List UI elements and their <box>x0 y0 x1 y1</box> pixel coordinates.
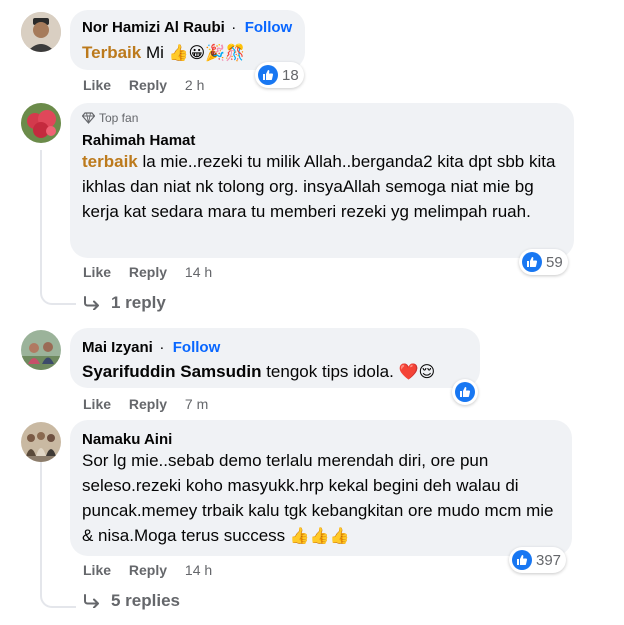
reply-button[interactable]: Reply <box>129 77 167 93</box>
thumbs-up-emoji: 👍 <box>168 45 189 62</box>
comment-actions: Like Reply 7 m <box>83 396 208 412</box>
comment-actions: Like Reply 14 h <box>83 562 212 578</box>
view-replies-button[interactable]: 5 replies <box>83 591 180 611</box>
reply-arrow-icon <box>84 594 99 608</box>
thumbs-up-emoji: 👍 <box>289 528 310 545</box>
comment-time[interactable]: 7 m <box>185 396 208 412</box>
comment-time[interactable]: 2 h <box>185 77 204 93</box>
comment-mention[interactable]: Syarifuddin Samsudin <box>82 362 261 381</box>
reaction-count-value: 397 <box>536 551 562 569</box>
comment-author[interactable]: Mai Izyani <box>82 339 153 356</box>
like-button[interactable]: Like <box>83 77 111 93</box>
comment-time[interactable]: 14 h <box>185 264 212 280</box>
like-icon <box>522 252 542 272</box>
like-icon <box>512 550 532 570</box>
reaction-count[interactable]: 397 <box>509 547 567 573</box>
diamond-icon <box>82 112 95 124</box>
comment-actions: Like Reply 2 h <box>83 77 204 93</box>
reply-button[interactable]: Reply <box>129 264 167 280</box>
separator-dot: · <box>159 339 165 356</box>
badge-label: Top fan <box>99 111 139 125</box>
comment-author[interactable]: Nor Hamizi Al Raubi <box>82 19 225 36</box>
comment-bubble: Namaku Aini Sor lg mie..sebab demo terla… <box>70 420 572 556</box>
replies-label: 1 reply <box>111 293 166 312</box>
comment-text: Sor lg mie..sebab demo terlalu merendah … <box>82 448 557 549</box>
comment-bubble: Mai Izyani · Follow Syarifuddin Samsudin… <box>70 328 480 388</box>
comment-author[interactable]: Rahimah Hamat <box>82 132 195 149</box>
red-heart-emoji: ❤️ <box>398 364 419 381</box>
comment-mention[interactable]: terbaik <box>82 152 138 171</box>
replies-label: 5 replies <box>111 591 180 610</box>
reply-arrow-icon <box>84 296 99 310</box>
comment-time[interactable]: 14 h <box>185 562 212 578</box>
thumbs-up-emoji: 👍 <box>309 528 330 545</box>
reaction-count-value: 59 <box>546 253 563 271</box>
comment-bubble: Top fan Rahimah Hamat terbaik la mie..re… <box>70 103 574 258</box>
comment-author[interactable]: Namaku Aini <box>82 431 172 448</box>
avatar[interactable] <box>21 103 61 143</box>
top-fan-badge: Top fan <box>82 111 138 125</box>
reaction-count[interactable]: 59 <box>519 249 568 275</box>
comment-bubble: Nor Hamizi Al Raubi · Follow Terbaik Mi … <box>70 10 305 70</box>
reaction-count[interactable]: 18 <box>255 62 304 88</box>
reply-button[interactable]: Reply <box>129 562 167 578</box>
comment-text: Syarifuddin Samsudin tengok tips idola. … <box>82 359 435 385</box>
confetti-emoji: 🎊 <box>225 45 246 62</box>
like-button[interactable]: Like <box>83 396 111 412</box>
comment-body: la mie..rezeki tu milik Allah..berganda2… <box>82 152 556 221</box>
comment-text: Terbaik Mi 👍😀🎉🎊 <box>82 40 245 66</box>
avatar[interactable] <box>21 422 61 462</box>
comment-mention[interactable]: Terbaik <box>82 43 141 62</box>
like-button[interactable]: Like <box>83 562 111 578</box>
avatar[interactable] <box>21 12 61 52</box>
like-icon <box>258 65 278 85</box>
follow-button[interactable]: Follow <box>245 19 293 36</box>
comment-text: terbaik la mie..rezeki tu milik Allah..b… <box>82 149 557 224</box>
comment-actions: Like Reply 14 h <box>83 264 212 280</box>
comment-body: Mi <box>141 43 169 62</box>
avatar[interactable] <box>21 330 61 370</box>
relieved-face-emoji: 😌 <box>418 364 436 381</box>
follow-button[interactable]: Follow <box>173 339 221 356</box>
thumbs-up-emoji: 👍 <box>329 528 350 545</box>
grinning-emoji: 😀 <box>188 45 206 62</box>
like-button[interactable]: Like <box>83 264 111 280</box>
reply-button[interactable]: Reply <box>129 396 167 412</box>
reaction-count[interactable] <box>452 379 478 405</box>
party-popper-emoji: 🎉 <box>205 45 226 62</box>
comment-body: tengok tips idola. <box>261 362 399 381</box>
like-icon <box>455 382 475 402</box>
separator-dot: · <box>231 19 237 36</box>
view-replies-button[interactable]: 1 reply <box>83 293 166 313</box>
reaction-count-value: 18 <box>282 66 299 84</box>
